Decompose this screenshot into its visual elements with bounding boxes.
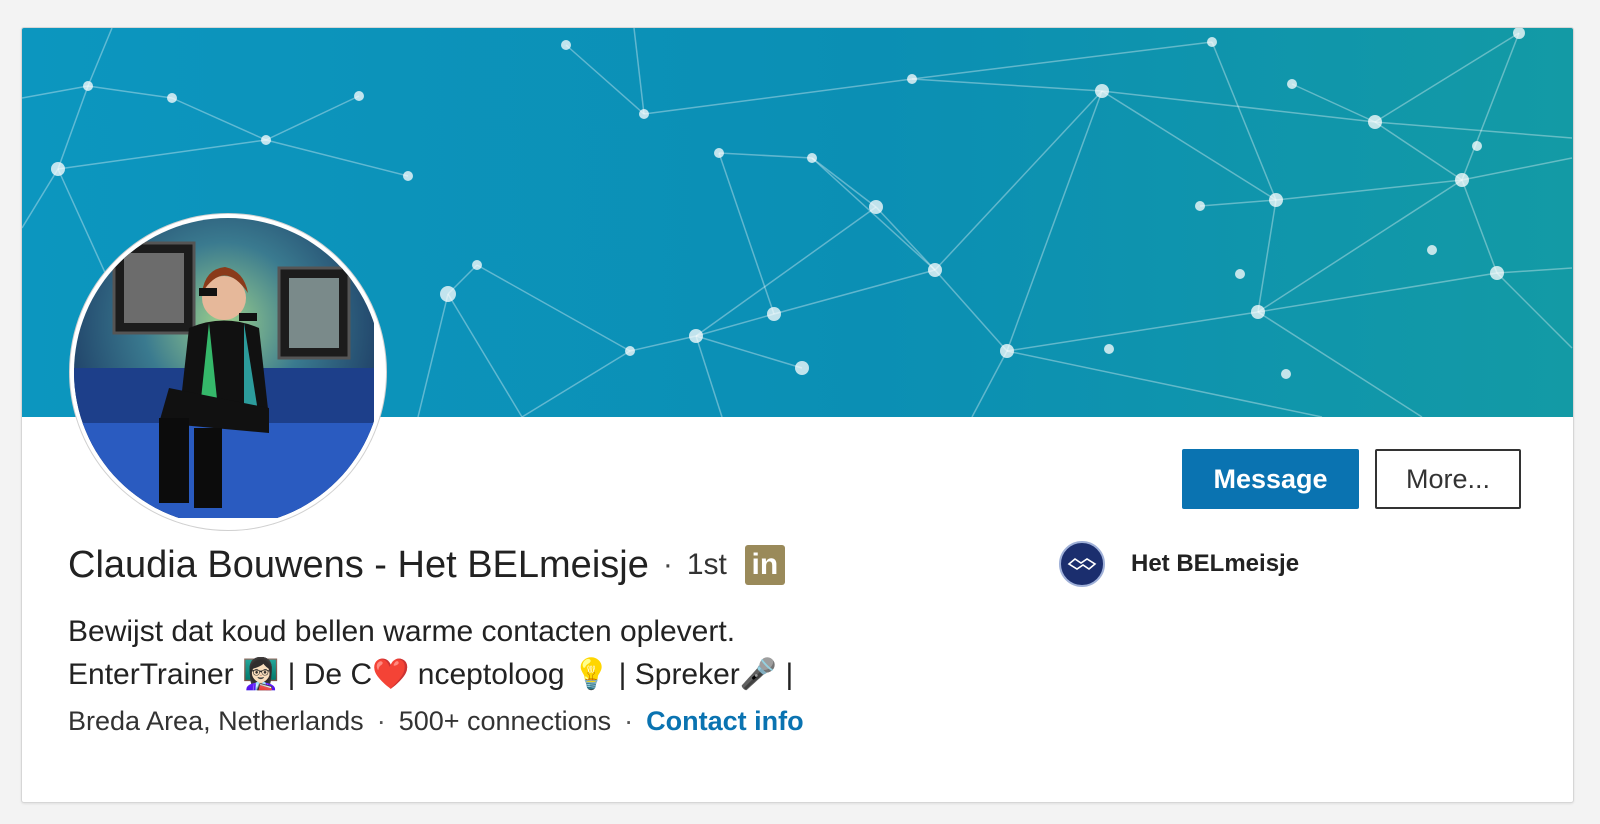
headline-line-1: Bewijst dat koud bellen warme contacten … — [68, 615, 736, 648]
handshake-icon — [1067, 558, 1097, 570]
separator-dot: · — [662, 548, 673, 581]
profile-card: Message More... Claudia Bouwens - Het BE… — [21, 27, 1574, 803]
profile-photo-illustration — [74, 218, 374, 518]
profile-name: Claudia Bouwens - Het BELmeisje — [68, 543, 649, 586]
separator-dot: · — [376, 706, 386, 736]
profile-headline: Bewijst dat koud bellen warme contacten … — [68, 610, 793, 696]
premium-linkedin-icon: in — [744, 545, 785, 585]
company-name: Het BELmeisje — [1131, 550, 1300, 577]
connections-count[interactable]: 500+ connections — [399, 706, 611, 737]
separator-dot: · — [624, 706, 634, 736]
headline-line-2: EnterTrainer 👩🏻‍🏫 | De C❤️ nceptoloog 💡 … — [68, 658, 794, 691]
contact-info-link[interactable]: Contact info — [646, 706, 803, 737]
profile-photo[interactable] — [70, 214, 386, 530]
company-logo-icon — [1059, 541, 1105, 587]
more-button[interactable]: More... — [1375, 449, 1521, 509]
current-company[interactable]: Het BELmeisje — [1059, 541, 1299, 587]
profile-meta: Breda Area, Netherlands · 500+ connectio… — [68, 706, 804, 737]
name-row: Claudia Bouwens - Het BELmeisje · 1st in — [68, 538, 785, 592]
location-text: Breda Area, Netherlands — [68, 706, 364, 736]
connection-degree: 1st — [686, 548, 727, 581]
message-button[interactable]: Message — [1182, 449, 1359, 509]
